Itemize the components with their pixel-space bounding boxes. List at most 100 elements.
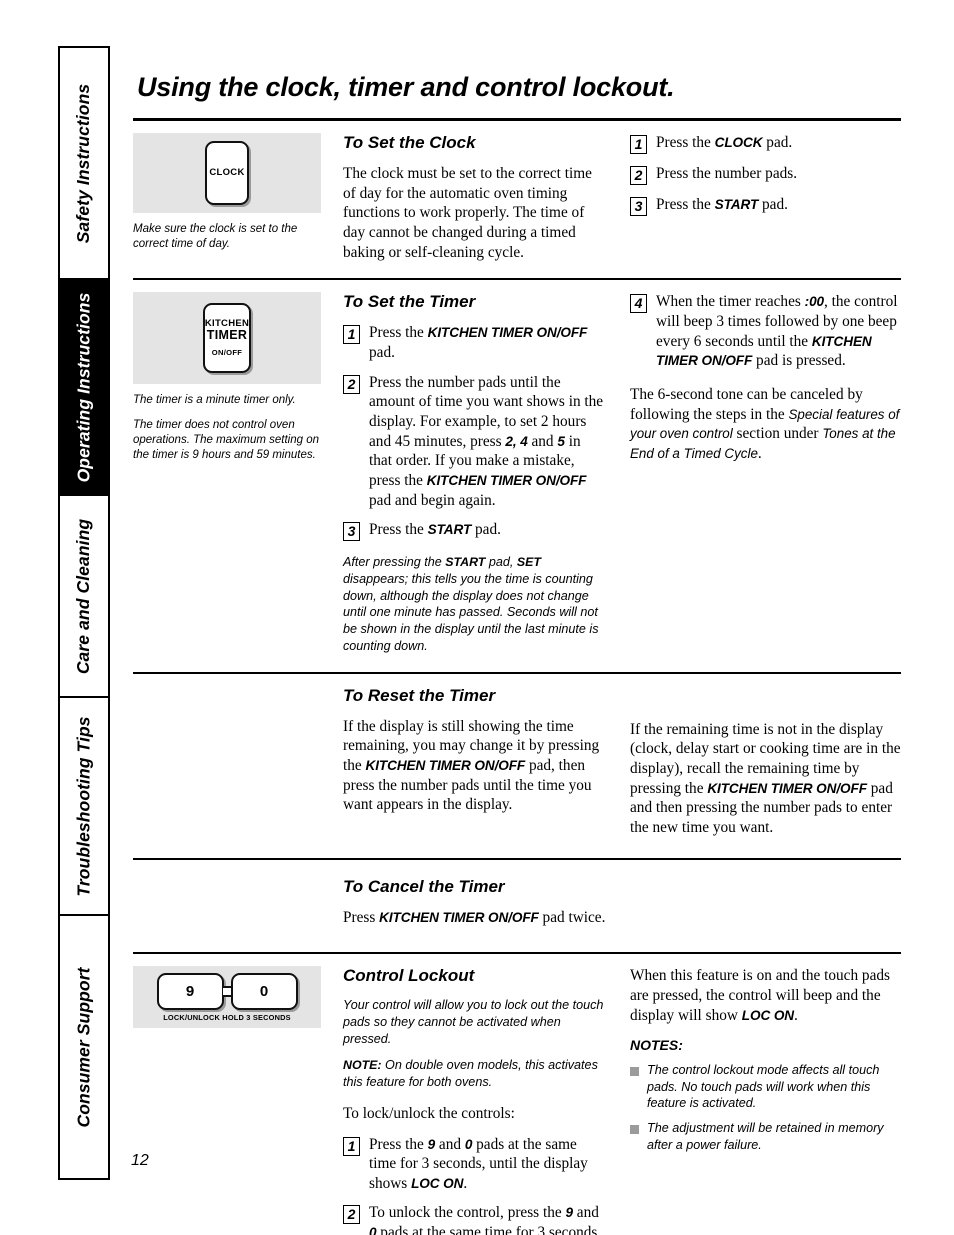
clock-steps-column: 1 Press the CLOCK pad. 2 Press the numbe… (623, 121, 901, 262)
reset-left-text: If the display is still showing the time… (343, 717, 600, 814)
lockout-note: NOTE: On double oven models, this activa… (343, 1058, 598, 1090)
step-item: 4 When the timer reaches :00, the contro… (630, 292, 901, 371)
pad-name: START (427, 522, 472, 538)
pad-name: KITCHEN TIMER ON/OFF (379, 909, 539, 925)
clock-caption-text: Make sure the clock is set to the correc… (133, 223, 298, 251)
timer-caption: The timer is a minute timer only. The ti… (133, 393, 319, 463)
digit-9-pad-icon: 9 (156, 972, 224, 1010)
sidebar-item-safety-instructions[interactable]: Safety Instructions (60, 48, 108, 280)
sidebar-item-label: Operating Instructions (73, 292, 94, 482)
note-list-item: The control lockout mode affects all tou… (630, 1062, 901, 1111)
section-reset-the-timer: To Reset the Timer If the display is sti… (133, 674, 901, 838)
section-heading-control-lockout: Control Lockout (343, 966, 475, 986)
pad-name: 9 (427, 1136, 436, 1152)
pad-name: 5 (557, 433, 565, 449)
sidebar-item-label: Care and Cleaning (73, 518, 94, 674)
pad-name: SET (516, 555, 541, 570)
section-heading-cancel-the-timer: To Cancel the Timer (343, 876, 505, 896)
page-title: Using the clock, timer and control locko… (137, 72, 675, 102)
step-item: 3 Press the START pad. (630, 195, 901, 216)
kitchen-timer-pad-icon: KITCHEN TIMER ON/OFF (203, 303, 251, 374)
step-item: 2 Press the number pads until the amount… (343, 373, 605, 511)
step-number: 2 (343, 374, 360, 394)
sidebar-item-troubleshooting-tips[interactable]: Troubleshooting Tips (60, 698, 108, 916)
timer-caption-line-1: The timer is a minute timer only. (133, 394, 296, 407)
clock-caption: Make sure the clock is set to the correc… (133, 222, 319, 253)
step-item: 1 Press the CLOCK pad. (630, 133, 901, 154)
step-item: 1 Press the KITCHEN TIMER ON/OFF pad. (343, 323, 605, 362)
lockout-lead-in: To lock/unlock the controls: (343, 1104, 515, 1122)
clock-body-text: The clock must be set to the correct tim… (343, 165, 592, 261)
section-set-the-timer: KITCHEN TIMER ON/OFF The timer is a minu… (133, 280, 901, 654)
digit-9-label: 9 (185, 982, 195, 1000)
cancel-text: Press KITCHEN TIMER ON/OFF pad twice. (343, 908, 606, 926)
step-number: 3 (343, 522, 360, 542)
display-text: LOC ON (411, 1175, 464, 1191)
sidebar-tab-rail: Safety Instructions Operating Instructio… (58, 46, 110, 1180)
sidebar-item-label: Troubleshooting Tips (73, 715, 94, 897)
clock-steps-list: 1 Press the CLOCK pad. 2 Press the numbe… (630, 133, 901, 216)
sidebar-item-label: Safety Instructions (73, 83, 94, 243)
section-heading-set-the-timer: To Set the Timer (343, 292, 476, 312)
tone-cancel-note: The 6-second tone can be canceled by fol… (630, 385, 900, 462)
step-number: 1 (343, 325, 360, 345)
lockout-intro: Your control will allow you to lock out … (343, 998, 604, 1046)
pad-name: KITCHEN TIMER ON/OFF (427, 325, 588, 341)
step-text: Press the KITCHEN TIMER ON/OFF pad. (369, 324, 588, 361)
kitchen-timer-pad-label-bottom: ON/OFF (211, 348, 243, 358)
cancel-empty-column (133, 860, 338, 928)
timer-steps-list: 1 Press the KITCHEN TIMER ON/OFF pad. 2 … (343, 323, 605, 542)
step-text: Press the START pad. (369, 521, 501, 539)
step-number: 1 (630, 135, 647, 154)
step-text: When the timer reaches :00, the control … (656, 293, 898, 370)
pad-name: 2, 4 (505, 433, 528, 449)
pad-name: START (445, 555, 486, 570)
pad-name: :00 (804, 294, 825, 310)
page-content: Using the clock, timer and control locko… (133, 46, 901, 1235)
sidebar-item-label: Consumer Support (73, 966, 94, 1128)
pad-name: KITCHEN TIMER ON/OFF (426, 472, 587, 488)
timer-caption-line-2: The timer does not control oven operatio… (133, 418, 320, 462)
sidebar-item-operating-instructions[interactable]: Operating Instructions (60, 280, 108, 496)
step-text: Press the CLOCK pad. (656, 134, 793, 151)
step-number: 2 (343, 1205, 360, 1225)
digit-0-label: 0 (259, 982, 269, 1000)
clock-pad-label: CLOCK (209, 167, 245, 179)
timer-steps-column: To Set the Timer 1 Press the KITCHEN TIM… (338, 280, 623, 654)
clock-pad-image: CLOCK (133, 133, 321, 213)
step-item: 2 Press the number pads. (630, 164, 901, 185)
clock-pad-icon: CLOCK (205, 141, 249, 205)
note-label: NOTE: (343, 1058, 382, 1073)
page-number: 12 (131, 1152, 149, 1169)
lockout-notes-column: When this feature is on and the touch pa… (623, 954, 901, 1235)
step-text: To unlock the control, press the 9 and 0… (369, 1203, 605, 1235)
square-bullet-icon (630, 1125, 639, 1135)
cancel-text-column: To Cancel the Timer Press KITCHEN TIMER … (338, 860, 623, 928)
step-number: 3 (630, 197, 647, 216)
lock-pad-caption: LOCK/UNLOCK HOLD 3 SECONDS (163, 1012, 291, 1022)
step-number: 1 (343, 1136, 360, 1156)
pad-name: START (714, 197, 759, 212)
sidebar-item-consumer-support[interactable]: Consumer Support (60, 916, 108, 1178)
section-set-the-clock: CLOCK Make sure the clock is set to the … (133, 121, 901, 262)
lockout-pad-image: 9 0 LOCK/UNLOCK HOLD 3 SECONDS (133, 966, 321, 1029)
step-number: 2 (630, 166, 647, 185)
reset-right-text: If the remaining time is not in the disp… (630, 720, 901, 836)
square-bullet-icon (630, 1067, 639, 1077)
reset-right-column: If the remaining time is not in the disp… (623, 674, 901, 838)
timer-illustration-column: KITCHEN TIMER ON/OFF The timer is a minu… (133, 280, 338, 654)
step-item: 2 To unlock the control, press the 9 and… (343, 1203, 605, 1235)
manual-page: Safety Instructions Operating Instructio… (0, 0, 954, 1235)
after-start-note: After pressing the START pad, SET disapp… (343, 555, 599, 653)
lockout-text-column: Control Lockout Your control will allow … (338, 954, 623, 1235)
lock-pad-row: 9 0 (156, 972, 298, 1010)
digit-0-pad-icon: 0 (230, 972, 298, 1010)
step-number: 4 (630, 294, 647, 314)
step-text: Press the 9 and 0 pads at the same time … (369, 1135, 588, 1192)
pad-name: KITCHEN TIMER ON/OFF (365, 757, 526, 773)
clock-illustration-column: CLOCK Make sure the clock is set to the … (133, 121, 338, 262)
reset-empty-column (133, 674, 338, 838)
section-cancel-the-timer: To Cancel the Timer Press KITCHEN TIMER … (133, 860, 901, 928)
sidebar-item-care-and-cleaning[interactable]: Care and Cleaning (60, 496, 108, 698)
reset-left-column: To Reset the Timer If the display is sti… (338, 674, 623, 838)
